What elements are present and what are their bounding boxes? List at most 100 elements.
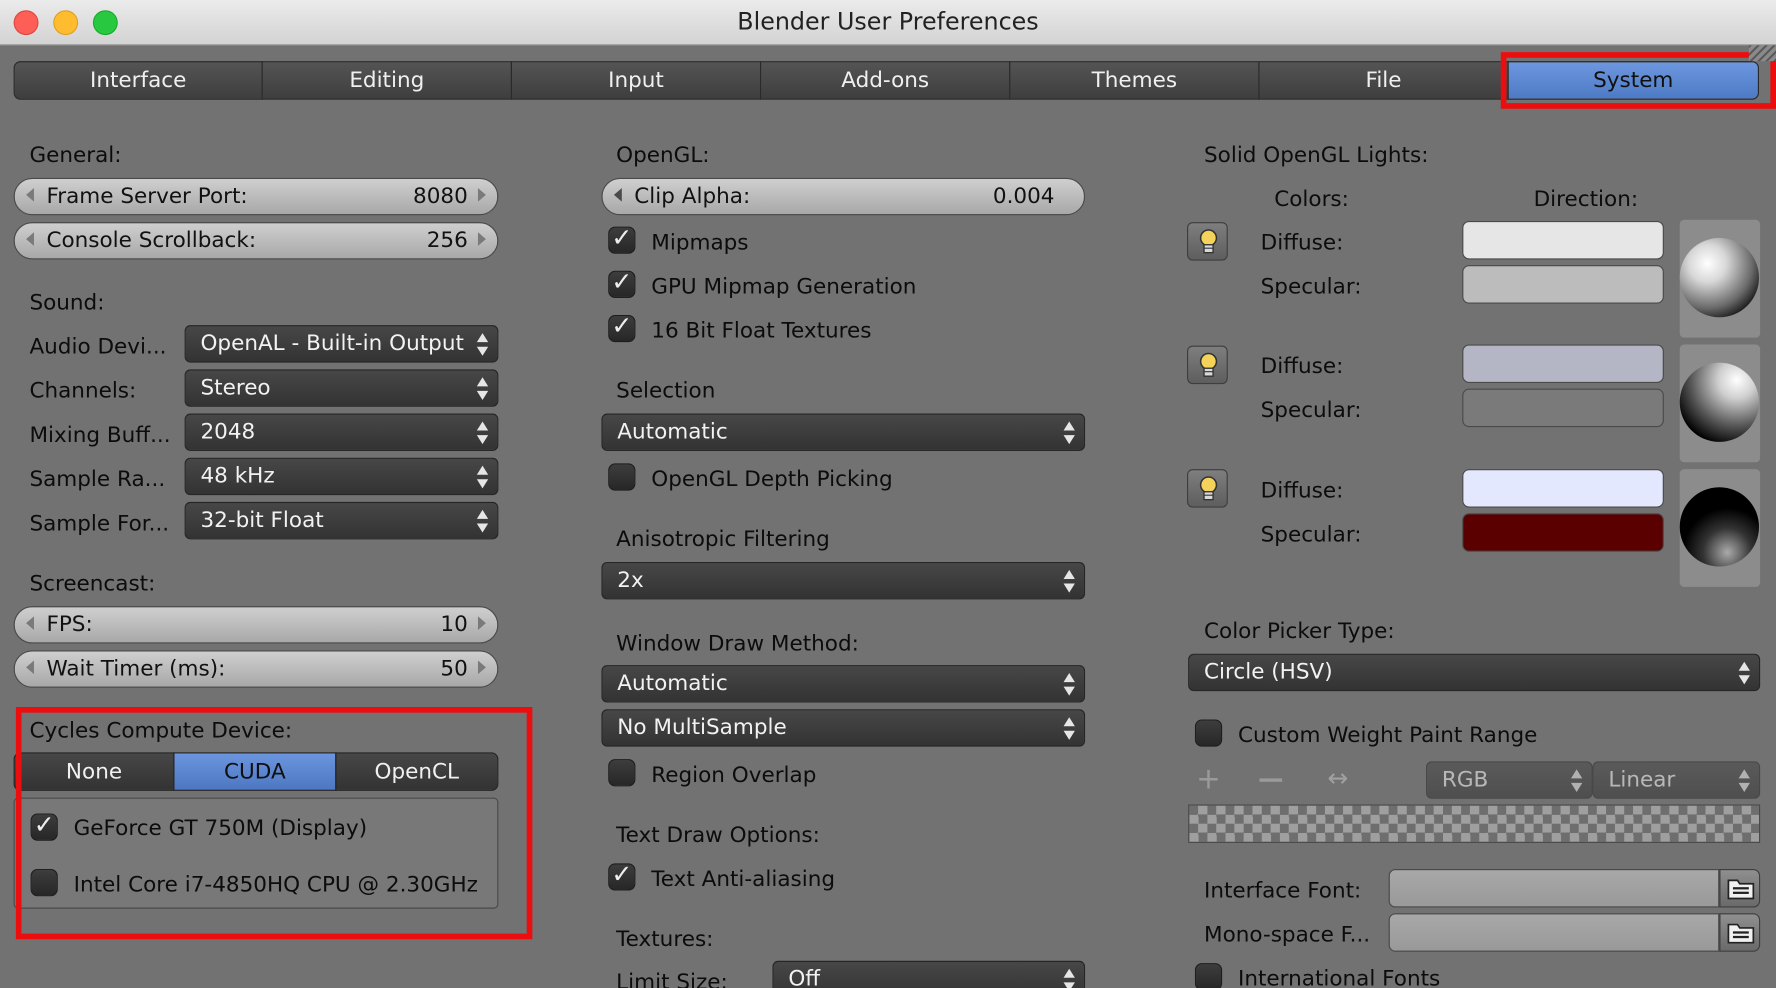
light-1-direction-sphere[interactable]	[1679, 237, 1760, 318]
international-fonts-label: International Fonts	[1237, 966, 1441, 988]
field-value: 256	[426, 227, 468, 253]
frame-server-port-field[interactable]: Frame Server Port: 8080	[13, 177, 499, 216]
dropdown-value: RGB	[1441, 767, 1489, 792]
increment-arrow-icon[interactable]	[477, 616, 486, 630]
field-label: Console Scrollback:	[46, 227, 257, 253]
depth-picking-label: OpenGL Depth Picking	[651, 466, 893, 492]
field-value: 0.004	[992, 183, 1055, 209]
light-2-direction-sphere[interactable]	[1679, 362, 1760, 442]
anisotropic-dropdown[interactable]: 2x	[601, 561, 1086, 600]
flip-icon[interactable]: ↔	[1327, 765, 1361, 793]
updown-arrows-icon	[1063, 421, 1075, 445]
dropdown-value: Automatic	[617, 670, 728, 696]
region-overlap-checkbox[interactable]	[608, 759, 636, 787]
light-1-direction-widget[interactable]	[1679, 219, 1761, 338]
tab-input[interactable]: Input	[510, 61, 762, 100]
sample-rate-label: Sample Ra...	[29, 466, 166, 492]
solid-lights-heading: Solid OpenGL Lights:	[1204, 142, 1429, 168]
interface-font-browse-button[interactable]	[1719, 869, 1761, 908]
decrement-arrow-icon[interactable]	[613, 188, 622, 202]
depth-picking-checkbox[interactable]	[608, 463, 636, 491]
audio-device-dropdown[interactable]: OpenAL - Built-in Output	[184, 325, 499, 363]
increment-arrow-icon[interactable]	[477, 660, 486, 675]
updown-arrows-icon	[1738, 661, 1750, 685]
dropdown-value: 2048	[200, 419, 256, 445]
channels-dropdown[interactable]: Stereo	[184, 369, 499, 407]
dropdown-value: 32-bit Float	[200, 507, 324, 533]
tab-themes[interactable]: Themes	[1009, 61, 1260, 100]
text-draw-heading: Text Draw Options:	[616, 822, 820, 848]
color-mode-dropdown[interactable]: RGB	[1426, 761, 1593, 799]
field-label: FPS:	[46, 611, 93, 637]
dropdown-value: Off	[788, 966, 821, 988]
light-1-toggle[interactable]	[1187, 222, 1228, 261]
dropdown-value: Linear	[1608, 767, 1676, 792]
tab-interface[interactable]: Interface	[13, 61, 263, 100]
text-anti-aliasing-checkbox[interactable]: ✓	[608, 863, 636, 891]
fps-field[interactable]: FPS: 10	[13, 606, 499, 644]
decrement-arrow-icon[interactable]	[26, 616, 34, 630]
field-value: 10	[440, 611, 468, 637]
opengl-heading: OpenGL:	[616, 142, 710, 168]
light-2-specular-swatch[interactable]	[1462, 388, 1664, 428]
color-ramp-preview[interactable]	[1188, 804, 1761, 843]
console-scrollback-field[interactable]: Console Scrollback: 256	[13, 222, 499, 260]
limit-size-dropdown[interactable]: Off	[772, 960, 1086, 988]
selection-dropdown[interactable]: Automatic	[601, 413, 1086, 451]
light-1-specular-swatch[interactable]	[1462, 265, 1664, 304]
mipmaps-label: Mipmaps	[651, 230, 749, 255]
interface-font-input[interactable]	[1388, 869, 1720, 908]
custom-weight-paint-label: Custom Weight Paint Range	[1237, 722, 1538, 748]
decrement-arrow-icon[interactable]	[26, 232, 34, 246]
mono-font-browse-button[interactable]	[1719, 913, 1761, 952]
sound-heading: Sound:	[29, 290, 105, 315]
lightbulb-icon	[1199, 476, 1218, 501]
float-textures-checkbox[interactable]: ✓	[608, 314, 636, 343]
gpu-mipmap-checkbox[interactable]: ✓	[608, 270, 636, 298]
international-fonts-checkbox[interactable]	[1194, 963, 1223, 988]
sample-rate-dropdown[interactable]: 48 kHz	[184, 457, 499, 496]
dropdown-value: No MultiSample	[617, 714, 787, 740]
resize-corner-icon[interactable]	[1748, 45, 1776, 62]
sample-format-label: Sample For...	[29, 510, 170, 536]
light-3-direction-widget[interactable]	[1679, 469, 1761, 587]
light-3-specular-swatch[interactable]	[1462, 513, 1664, 552]
decrement-arrow-icon[interactable]	[26, 188, 34, 202]
color-picker-dropdown[interactable]: Circle (HSV)	[1188, 653, 1761, 692]
light-2-toggle[interactable]	[1187, 345, 1228, 385]
light-1-diffuse-swatch[interactable]	[1462, 220, 1664, 260]
wait-timer-field[interactable]: Wait Timer (ms): 50	[13, 650, 499, 688]
tab-add-ons[interactable]: Add-ons	[760, 61, 1011, 100]
mixing-buffer-dropdown[interactable]: 2048	[184, 413, 499, 451]
tab-file[interactable]: File	[1258, 61, 1509, 100]
mipmaps-checkbox[interactable]: ✓	[608, 226, 636, 254]
updown-arrows-icon	[476, 509, 489, 533]
window-draw-method-dropdown[interactable]: Automatic	[601, 665, 1086, 703]
increment-arrow-icon[interactable]	[477, 232, 486, 246]
light-3-direction-sphere[interactable]	[1679, 487, 1760, 567]
folder-icon	[1727, 879, 1755, 900]
light-2-direction-widget[interactable]	[1679, 344, 1761, 463]
mono-font-input[interactable]	[1388, 913, 1720, 952]
interpolation-dropdown[interactable]: Linear	[1592, 761, 1761, 799]
remove-icon[interactable]	[1259, 778, 1283, 782]
increment-arrow-icon[interactable]	[477, 188, 486, 202]
add-icon[interactable]: +	[1196, 765, 1221, 794]
clip-alpha-field[interactable]: Clip Alpha: 0.004	[601, 177, 1086, 216]
light-2-diffuse-swatch[interactable]	[1462, 344, 1664, 383]
multisample-dropdown[interactable]: No MultiSample	[601, 709, 1086, 747]
updown-arrows-icon	[1063, 717, 1075, 740]
dropdown-value: Circle (HSV)	[1204, 659, 1333, 685]
light-2-diffuse-label: Diffuse:	[1260, 353, 1344, 379]
sample-format-dropdown[interactable]: 32-bit Float	[184, 501, 499, 540]
gpu-mipmap-label: GPU Mipmap Generation	[651, 274, 917, 300]
light-3-diffuse-swatch[interactable]	[1462, 469, 1664, 508]
light-1-specular-label: Specular:	[1260, 274, 1362, 300]
light-3-toggle[interactable]	[1187, 469, 1228, 508]
mono-font-label: Mono-space F...	[1204, 922, 1371, 948]
decrement-arrow-icon[interactable]	[26, 660, 34, 675]
float-textures-label: 16 Bit Float Textures	[651, 318, 872, 344]
custom-weight-paint-checkbox[interactable]	[1194, 719, 1223, 747]
tab-editing[interactable]: Editing	[261, 61, 512, 100]
field-value: 50	[440, 656, 468, 681]
